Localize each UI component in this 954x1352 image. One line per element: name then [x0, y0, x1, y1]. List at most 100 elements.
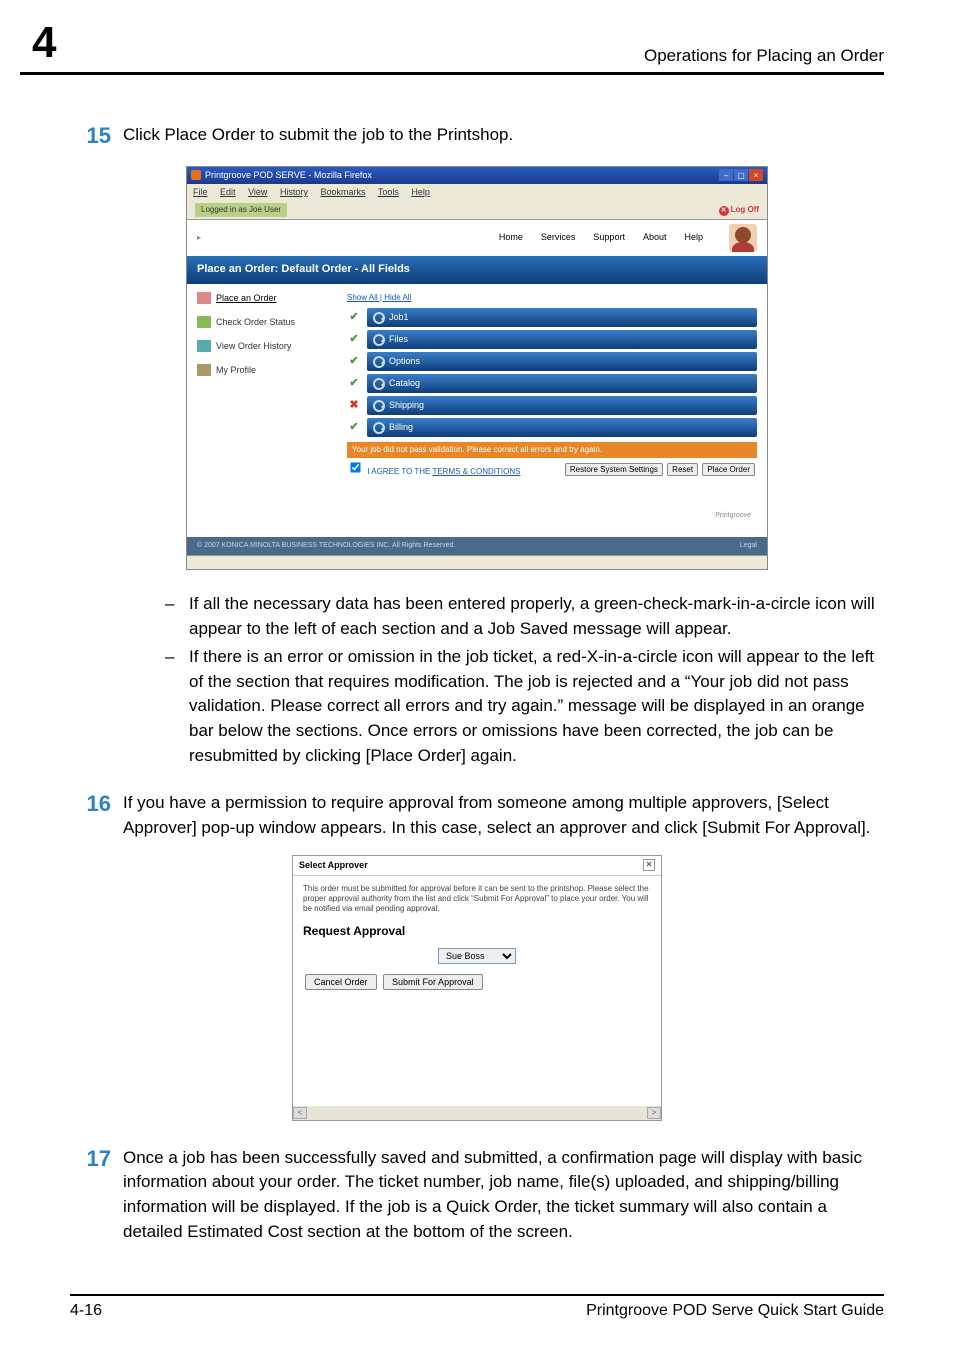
page-number: 4-16 — [70, 1302, 102, 1320]
nav-about[interactable]: About — [643, 231, 667, 244]
minimize-button[interactable]: – — [719, 169, 733, 181]
status-icon — [197, 316, 211, 328]
screenshot-select-approver: Select Approver ✕ This order must be sub… — [292, 855, 662, 1121]
dash-icon: – — [165, 645, 189, 768]
accordion-catalog[interactable]: Catalog — [367, 374, 757, 393]
header-rule — [20, 72, 884, 75]
section-options: ✔ Options — [347, 352, 757, 371]
accordion-options[interactable]: Options — [367, 352, 757, 371]
dialog-title: Select Approver — [299, 859, 368, 872]
menu-history[interactable]: History — [280, 187, 308, 197]
check-icon: ✔ — [347, 333, 361, 347]
step-16: 16 If you have a permission to require a… — [75, 788, 879, 840]
window-title: Printgroove POD SERVE - Mozilla Firefox — [205, 169, 372, 182]
agree-row: I AGREE TO THE TERMS & CONDITIONS Restor… — [347, 461, 757, 478]
menu-bookmarks[interactable]: Bookmarks — [320, 187, 365, 197]
dialog-heading: Request Approval — [303, 923, 651, 940]
show-hide-links[interactable]: Show All | Hide All — [347, 292, 757, 304]
app-topbar: ▸ Home Services Support About Help — [187, 220, 767, 256]
menu-view[interactable]: View — [248, 187, 267, 197]
expand-icon — [373, 312, 385, 324]
sidebar-item-my-profile[interactable]: My Profile — [197, 364, 327, 377]
agree-checkbox[interactable] — [350, 462, 360, 472]
window-titlebar: Printgroove POD SERVE - Mozilla Firefox … — [187, 167, 767, 184]
dialog-titlebar: Select Approver ✕ — [293, 856, 661, 876]
step-number: 16 — [75, 788, 123, 840]
dialog-description: This order must be submitted for approva… — [303, 884, 651, 915]
accordion-files[interactable]: Files — [367, 330, 757, 349]
sidebar-item-check-status[interactable]: Check Order Status — [197, 316, 327, 329]
screenshot-firefox-window: Printgroove POD SERVE - Mozilla Firefox … — [186, 166, 768, 570]
copyright-text: © 2007 KONICA MINOLTA BUSINESS TECHNOLOG… — [197, 541, 455, 551]
cancel-order-button[interactable]: Cancel Order — [305, 974, 377, 990]
accordion-billing[interactable]: Billing — [367, 418, 757, 437]
step-number: 15 — [75, 120, 123, 152]
chapter-number: 4 — [32, 18, 56, 68]
browser-menu-bar: File Edit View History Bookmarks Tools H… — [187, 184, 767, 201]
legal-link[interactable]: Legal — [740, 541, 757, 551]
close-icon[interactable]: ✕ — [643, 859, 655, 871]
section-catalog: ✔ Catalog — [347, 374, 757, 393]
bullet-item: – If there is an error or omission in th… — [165, 645, 879, 768]
scroll-left-icon[interactable]: < — [293, 1107, 307, 1119]
check-icon: ✔ — [347, 421, 361, 435]
nav-home[interactable]: Home — [499, 231, 523, 244]
restore-button[interactable]: Restore System Settings — [565, 463, 663, 476]
bullet-text: If there is an error or omission in the … — [189, 645, 879, 768]
step-text: Once a job has been successfully saved a… — [123, 1143, 879, 1245]
horizontal-scrollbar[interactable]: < > — [293, 1106, 661, 1120]
place-order-button[interactable]: Place Order — [702, 463, 755, 476]
expand-icon — [373, 378, 385, 390]
dash-icon: – — [165, 592, 189, 641]
menu-file[interactable]: File — [193, 187, 208, 197]
terms-link[interactable]: TERMS & CONDITIONS — [432, 467, 520, 476]
approver-select[interactable]: Sue Boss — [438, 948, 516, 964]
page-footer: 4-16 Printgroove POD Serve Quick Start G… — [0, 1296, 954, 1350]
doc-title-footer: Printgroove POD Serve Quick Start Guide — [586, 1302, 884, 1320]
maximize-button[interactable]: ▢ — [734, 169, 748, 181]
section-files: ✔ Files — [347, 330, 757, 349]
step-15: 15 Click Place Order to submit the job t… — [75, 120, 879, 152]
expand-icon — [373, 422, 385, 434]
step-text: If you have a permission to require appr… — [123, 788, 879, 840]
check-icon: ✔ — [347, 311, 361, 325]
agree-prefix: I AGREE TO THE — [367, 467, 432, 476]
main-panel: Show All | Hide All ✔ Job1 ✔ Files ✔ Opt… — [347, 292, 757, 521]
avatar-icon — [729, 224, 757, 252]
page-title-bar: Place an Order: Default Order - All Fiel… — [187, 256, 767, 284]
nav-support[interactable]: Support — [593, 231, 625, 244]
logoff-link[interactable]: ✕Log Off — [719, 204, 759, 216]
printgroove-badge: Printgroove — [709, 510, 757, 521]
bullet-text: If all the necessary data has been enter… — [189, 592, 879, 641]
sidebar: Place an Order Check Order Status View O… — [197, 292, 327, 521]
menu-edit[interactable]: Edit — [220, 187, 236, 197]
expand-icon — [373, 334, 385, 346]
check-icon: ✔ — [347, 377, 361, 391]
profile-icon — [197, 364, 211, 376]
check-icon: ✔ — [347, 355, 361, 369]
submit-approval-button[interactable]: Submit For Approval — [383, 974, 483, 990]
app-header: Logged in as Joe User ✕Log Off — [187, 201, 767, 220]
reset-button[interactable]: Reset — [667, 463, 698, 476]
browser-status-bar — [187, 555, 767, 569]
cart-icon — [197, 292, 211, 304]
error-icon: ✖ — [347, 399, 361, 413]
nav-help[interactable]: Help — [684, 231, 703, 244]
menu-tools[interactable]: Tools — [378, 187, 399, 197]
sidebar-item-order-history[interactable]: View Order History — [197, 340, 327, 353]
scroll-right-icon[interactable]: > — [647, 1107, 661, 1119]
accordion-shipping[interactable]: Shipping — [367, 396, 757, 415]
accordion-job[interactable]: Job1 — [367, 308, 757, 327]
close-button[interactable]: × — [749, 169, 763, 181]
step-17: 17 Once a job has been successfully save… — [75, 1143, 879, 1245]
app-footer: © 2007 KONICA MINOLTA BUSINESS TECHNOLOG… — [187, 537, 767, 555]
sidebar-item-place-order[interactable]: Place an Order — [197, 292, 327, 305]
step-number: 17 — [75, 1143, 123, 1245]
menu-help[interactable]: Help — [411, 187, 430, 197]
nav-services[interactable]: Services — [541, 231, 576, 244]
section-job: ✔ Job1 — [347, 308, 757, 327]
history-icon — [197, 340, 211, 352]
bullet-item: – If all the necessary data has been ent… — [165, 592, 879, 641]
brand-logo: ▸ — [197, 232, 202, 244]
step-text: Click Place Order to submit the job to t… — [123, 120, 879, 152]
